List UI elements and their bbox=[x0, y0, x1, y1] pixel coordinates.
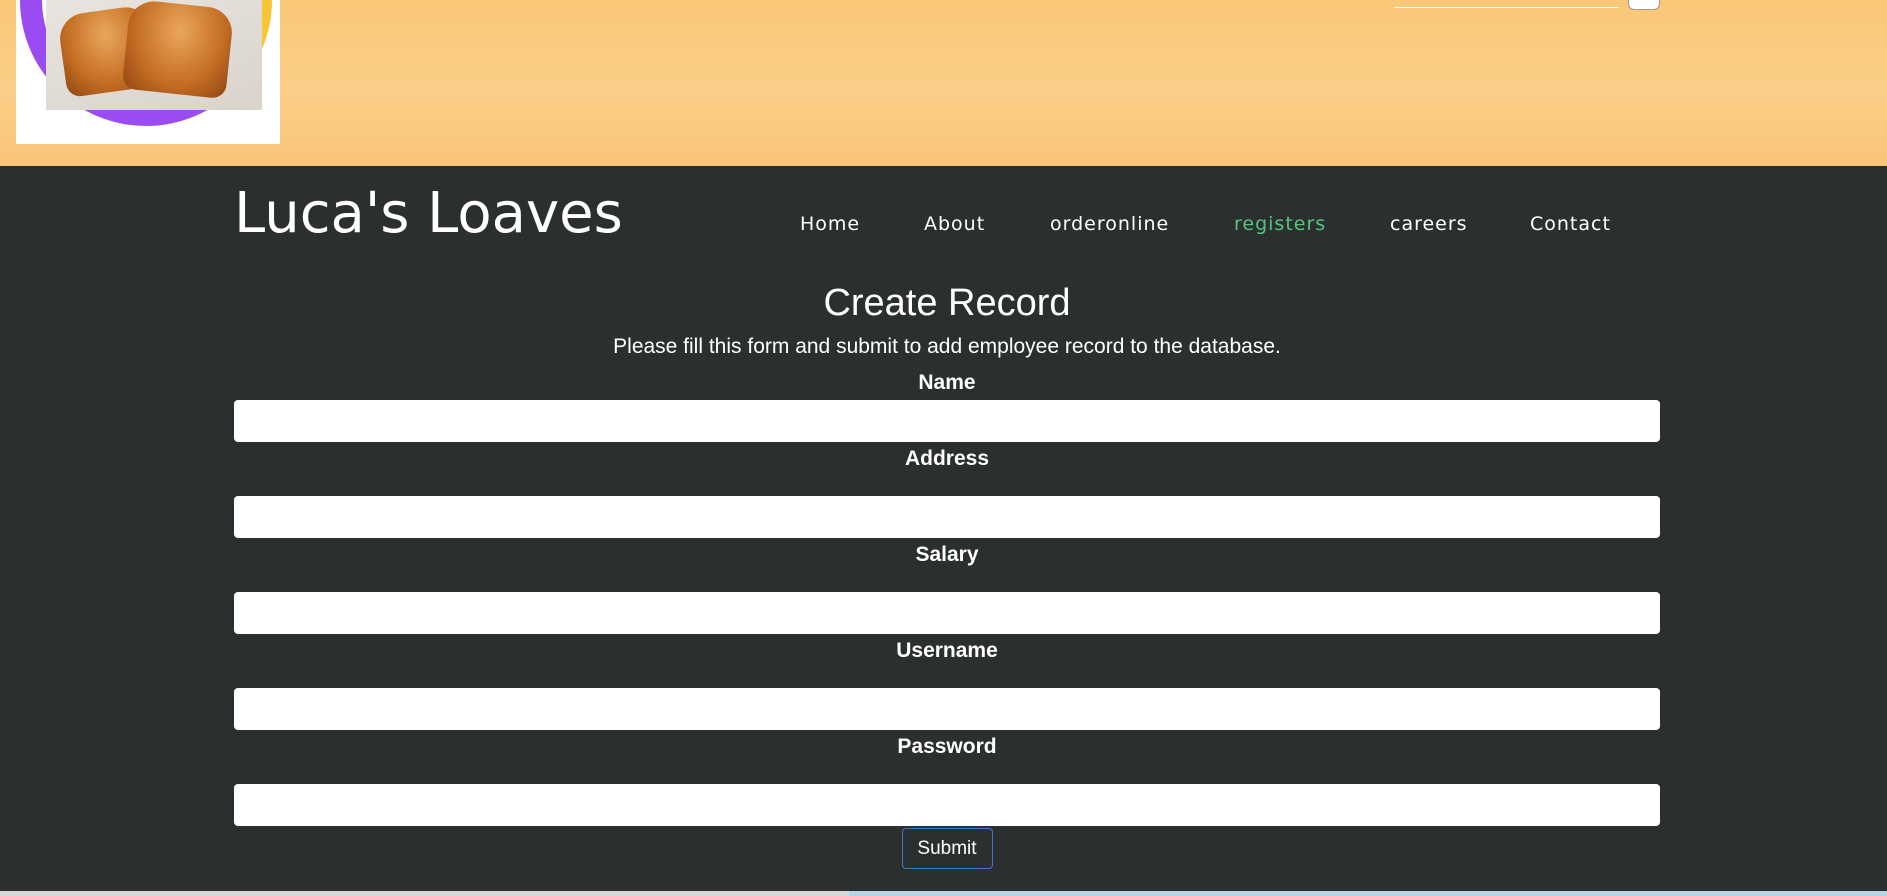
create-record-form: Create Record Please fill this form and … bbox=[234, 276, 1660, 869]
logo[interactable] bbox=[16, 0, 280, 144]
form-description: Please fill this form and submit to add … bbox=[613, 335, 1281, 358]
search-input[interactable] bbox=[1395, 7, 1619, 8]
bread-photo bbox=[46, 0, 262, 110]
password-input[interactable] bbox=[234, 784, 1660, 826]
submit-button[interactable]: Submit bbox=[901, 828, 993, 869]
password-label: Password bbox=[897, 735, 997, 758]
nav-orderonline[interactable]: orderonline bbox=[1050, 212, 1169, 236]
page-bottom-edge bbox=[0, 891, 1887, 896]
username-input[interactable] bbox=[234, 688, 1660, 730]
address-label: Address bbox=[904, 447, 990, 470]
nav-about[interactable]: About bbox=[924, 212, 985, 236]
nav-contact[interactable]: Contact bbox=[1530, 212, 1611, 236]
nav-home[interactable]: Home bbox=[800, 212, 860, 236]
search-button[interactable] bbox=[1628, 0, 1660, 10]
nav-careers[interactable]: careers bbox=[1390, 212, 1468, 236]
name-label: Name bbox=[918, 371, 976, 394]
salary-input[interactable] bbox=[234, 592, 1660, 634]
site-title: Luca's Loaves bbox=[234, 181, 623, 246]
header-banner bbox=[0, 0, 1887, 166]
name-input[interactable] bbox=[234, 400, 1660, 442]
nav-registers[interactable]: registers bbox=[1234, 212, 1326, 236]
address-input[interactable] bbox=[234, 496, 1660, 538]
username-label: Username bbox=[896, 639, 998, 662]
loaf-graphic bbox=[121, 0, 235, 100]
salary-label: Salary bbox=[915, 543, 979, 566]
form-title: Create Record bbox=[823, 282, 1071, 324]
